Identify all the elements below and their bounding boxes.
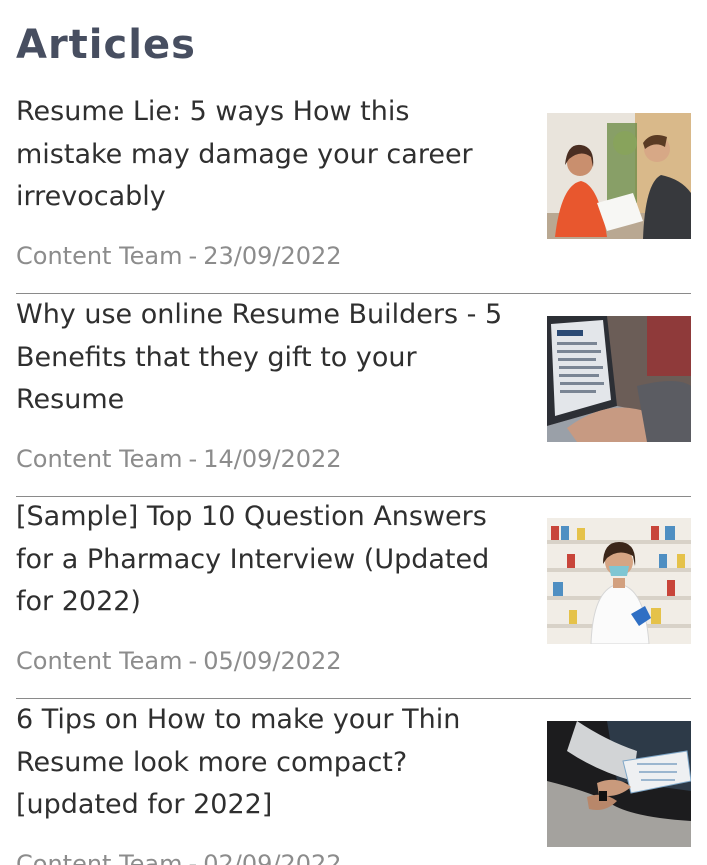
article-title[interactable]: Why use online Resume Builders - 5 Benef… <box>16 294 516 422</box>
article-date: 02/09/2022 <box>203 850 342 865</box>
article-item[interactable]: Why use online Resume Builders - 5 Benef… <box>16 294 691 497</box>
article-title[interactable]: [Sample] Top 10 Question Answers for a P… <box>16 496 516 624</box>
article-meta: Content Team -14/09/2022 <box>16 444 342 474</box>
article-meta: Content Team -23/09/2022 <box>16 241 342 271</box>
article-thumbnail[interactable] <box>547 721 691 847</box>
article-item[interactable]: [Sample] Top 10 Question Answers for a P… <box>16 496 691 699</box>
meta-separator: - <box>188 445 198 473</box>
article-thumbnail[interactable] <box>547 316 691 442</box>
article-date: 05/09/2022 <box>203 647 342 675</box>
laptop-resume-photo <box>547 316 691 442</box>
article-thumbnail[interactable] <box>547 518 691 644</box>
meta-separator: - <box>188 242 198 270</box>
article-item[interactable]: 6 Tips on How to make your Thin Resume l… <box>16 699 691 865</box>
article-meta: Content Team -05/09/2022 <box>16 646 342 676</box>
interview-photo <box>547 113 691 239</box>
meta-separator: - <box>188 647 198 675</box>
pharmacist-photo <box>547 518 691 644</box>
article-date: 23/09/2022 <box>203 242 342 270</box>
meta-separator: - <box>188 850 198 865</box>
article-meta: Content Team -02/09/2022 <box>16 849 342 865</box>
article-author: Content Team <box>16 850 183 865</box>
article-title[interactable]: Resume Lie: 5 ways How this mistake may … <box>16 91 516 219</box>
article-date: 14/09/2022 <box>203 445 342 473</box>
resume-review-photo <box>547 721 691 847</box>
article-item[interactable]: Resume Lie: 5 ways How this mistake may … <box>16 91 691 294</box>
article-author: Content Team <box>16 242 183 270</box>
article-author: Content Team <box>16 445 183 473</box>
article-thumbnail[interactable] <box>547 113 691 239</box>
article-author: Content Team <box>16 647 183 675</box>
page-title: Articles <box>16 22 196 68</box>
article-title[interactable]: 6 Tips on How to make your Thin Resume l… <box>16 699 516 827</box>
